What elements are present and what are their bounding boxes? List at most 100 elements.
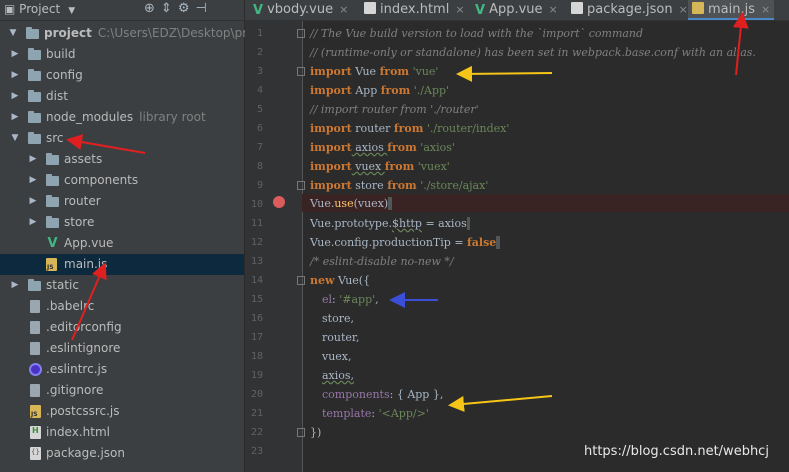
tree-item-assets[interactable]: ▶ assets — [0, 149, 244, 170]
hide-icon[interactable]: ⊣ — [195, 1, 212, 16]
file-icon — [30, 321, 40, 334]
tree-item-label: .gitignore — [46, 383, 104, 397]
project-panel-header: ▣ Project ▼ ⊕⇕⚙⊣ — [0, 0, 244, 21]
fold-marker[interactable] — [297, 181, 305, 190]
fold-marker[interactable] — [297, 276, 305, 285]
tree-item-label: node_modules — [46, 110, 134, 124]
tree-item-app-vue[interactable]: V App.vue — [0, 233, 244, 254]
tree-item-project[interactable]: ▼ project C:\Users\EDZ\Desktop\proje — [0, 23, 265, 44]
code-line: template: '<App/>' — [322, 407, 429, 420]
project-view-selector[interactable]: ▣ Project ▼ — [4, 2, 75, 16]
code-identifier: Vue — [351, 65, 380, 78]
tree-item-label: build — [46, 47, 76, 61]
code-keyword: from — [384, 160, 415, 173]
code-keyword: import — [310, 65, 352, 78]
code-line: import Vue from 'vue' — [310, 65, 438, 78]
chevron-right-icon[interactable]: ▶ — [10, 65, 20, 86]
breakpoint-icon[interactable] — [273, 196, 285, 208]
tab-package-json[interactable]: package.json × — [571, 0, 688, 20]
chevron-right-icon[interactable]: ▶ — [10, 275, 20, 296]
tree-item-label: .eslintrc.js — [46, 362, 108, 376]
chevron-down-icon[interactable]: ▼ — [8, 23, 18, 44]
library-root-note: library root — [139, 110, 206, 124]
chevron-right-icon[interactable]: ▶ — [10, 44, 20, 65]
tree-item-static[interactable]: ▶ static — [0, 275, 244, 296]
code-identifier: = axios — [421, 217, 467, 230]
tree-item-components[interactable]: ▶ components — [0, 170, 244, 191]
chevron-right-icon[interactable]: ▶ — [10, 86, 20, 107]
vue-file-icon: V — [253, 3, 264, 18]
tab-label: package.json — [587, 2, 673, 17]
code-identifier: store — [351, 179, 388, 192]
code-identifier: vuex, — [322, 350, 352, 363]
tree-item-dist[interactable]: ▶ dist — [0, 86, 244, 107]
tab-main-js[interactable]: main.js × — [688, 0, 775, 20]
folder-icon — [46, 174, 59, 186]
tree-item-config[interactable]: ▶ config — [0, 65, 244, 86]
code-line: Vue.use(vuex) — [310, 197, 392, 210]
tree-item-main-js[interactable]: main.js — [0, 254, 244, 275]
folder-icon — [46, 216, 59, 228]
tab-index-html[interactable]: index.html × — [364, 0, 465, 20]
code-identifier: axios — [351, 141, 388, 154]
code-line: // import router from './router' — [310, 103, 479, 116]
tree-item-label: static — [46, 278, 79, 292]
code-args: (vuex) — [353, 197, 389, 210]
line-number: 18 — [250, 351, 263, 362]
tree-item-src[interactable]: ▼ src — [0, 128, 244, 149]
code-comment: /* eslint-disable no-new */ — [310, 255, 454, 268]
tab-app-vue[interactable]: V App.vue × — [475, 0, 558, 20]
code-keyword: from — [379, 65, 410, 78]
tree-item-index-html[interactable]: index.html — [0, 422, 244, 443]
tree-item-store[interactable]: ▶ store — [0, 212, 244, 233]
target-icon[interactable]: ⊕ — [144, 1, 161, 16]
tree-item-editorconfig[interactable]: .editorconfig — [0, 317, 244, 338]
code-keyword: false — [467, 236, 497, 249]
close-icon[interactable]: × — [339, 3, 348, 16]
fold-marker[interactable] — [297, 29, 305, 38]
fold-marker[interactable] — [297, 67, 305, 76]
line-number: 2 — [256, 47, 263, 58]
code-function: use — [334, 197, 354, 210]
tree-item-label: .editorconfig — [46, 320, 122, 334]
gear-icon[interactable]: ⚙ — [178, 1, 196, 16]
close-icon[interactable]: × — [761, 3, 770, 16]
tab-vbody-vue[interactable]: Vvbody.vue × — [253, 0, 348, 20]
json-file-icon — [571, 2, 583, 14]
close-icon[interactable]: × — [549, 3, 558, 16]
close-icon[interactable]: × — [679, 3, 688, 16]
code-identifier: : { App }, — [389, 388, 444, 401]
code-line: store, — [322, 312, 354, 325]
chevron-down-icon[interactable]: ▼ — [10, 128, 20, 149]
chevron-right-icon[interactable]: ▶ — [28, 170, 38, 191]
tree-item-build[interactable]: ▶ build — [0, 44, 244, 65]
fold-marker[interactable] — [297, 428, 305, 437]
eslint-file-icon — [29, 363, 42, 376]
folder-icon — [28, 69, 41, 81]
chevron-right-icon[interactable]: ▶ — [28, 191, 38, 212]
tree-item-eslintignore[interactable]: .eslintignore — [0, 338, 244, 359]
chevron-right-icon[interactable]: ▶ — [28, 149, 38, 170]
collapse-icon[interactable]: ⇕ — [161, 1, 178, 16]
vue-file-icon: V — [475, 3, 486, 18]
folder-icon — [46, 195, 59, 207]
tree-item-label: config — [46, 68, 83, 82]
folder-icon — [28, 48, 41, 60]
code-string: '#app' — [339, 293, 376, 306]
chevron-right-icon[interactable]: ▶ — [28, 212, 38, 233]
tree-item-eslintrc-js[interactable]: .eslintrc.js — [0, 359, 244, 380]
tree-item-label: project — [44, 26, 92, 40]
chevron-right-icon[interactable]: ▶ — [10, 107, 20, 128]
tree-item-node-modules[interactable]: ▶ node_modules library root — [0, 107, 244, 128]
tree-item-router[interactable]: ▶ router — [0, 191, 244, 212]
tree-item-babelrc[interactable]: .babelrc — [0, 296, 244, 317]
close-icon[interactable]: × — [455, 3, 464, 16]
tree-item-package-json[interactable]: package.json — [0, 443, 244, 464]
tree-item-postcssrc-js[interactable]: .postcssrc.js — [0, 401, 244, 422]
tree-item-gitignore[interactable]: .gitignore — [0, 380, 244, 401]
line-number: 10 — [250, 199, 263, 210]
js-file-icon — [692, 2, 704, 14]
code-property: el — [322, 293, 333, 306]
text-cursor — [466, 217, 471, 230]
code-string: './App' — [410, 84, 450, 97]
